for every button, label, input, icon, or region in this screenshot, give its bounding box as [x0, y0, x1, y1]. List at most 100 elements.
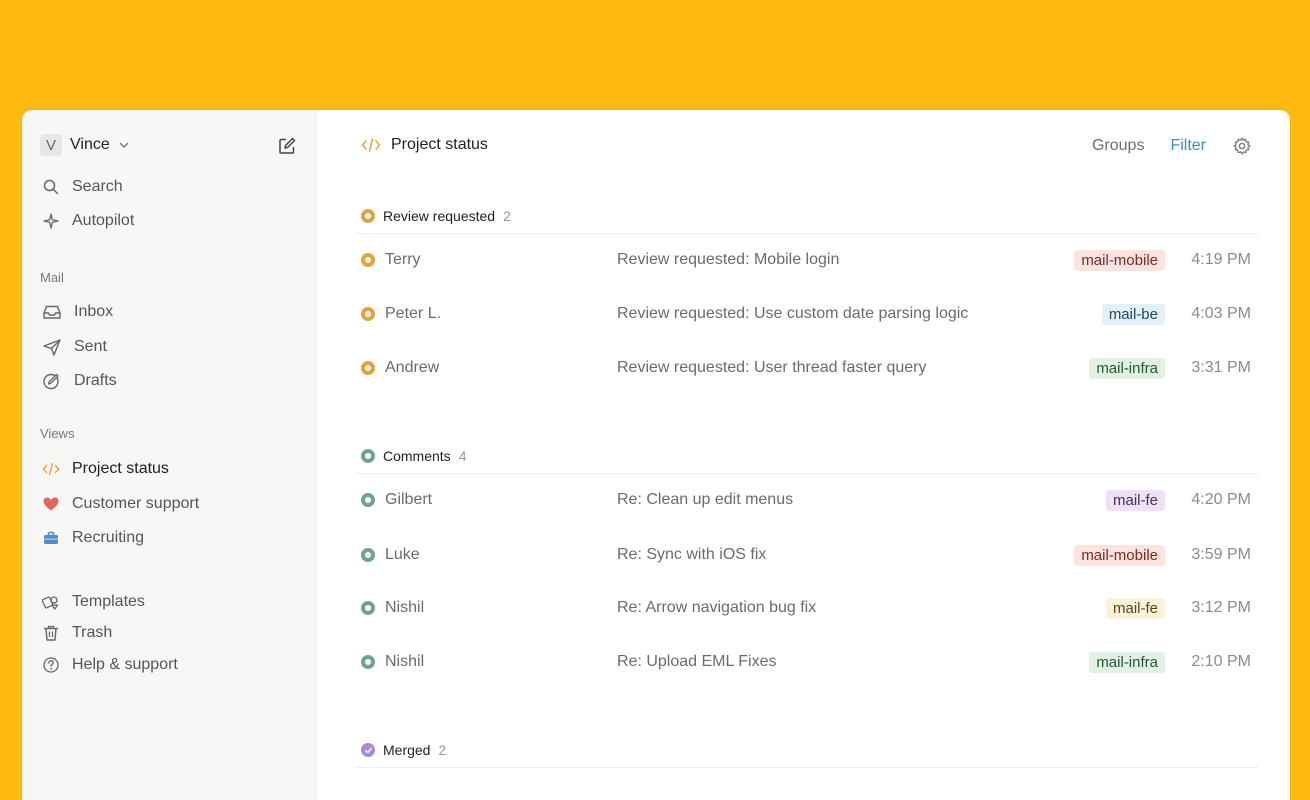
- chevron-down-icon: [119, 142, 128, 148]
- table-row[interactable]: Luke Re: Sync with iOS fix mail-mobile 3…: [361, 540, 1251, 570]
- app-window: V Vince Search Autopilot Mail Inbox Sent: [22, 110, 1290, 800]
- row-subject: Review requested: User thread faster que…: [617, 359, 927, 376]
- sidebar-item-search[interactable]: Search: [42, 174, 123, 200]
- tag-badge: mail-mobile: [1074, 249, 1165, 271]
- status-dot: [361, 601, 375, 615]
- row-time: 3:12 PM: [1191, 599, 1251, 616]
- search-icon: [43, 179, 59, 195]
- row-time: 4:03 PM: [1191, 305, 1251, 322]
- avatar: V: [40, 134, 62, 156]
- row-subject: Re: Sync with iOS fix: [617, 546, 767, 563]
- groups-button[interactable]: Groups: [1092, 137, 1144, 155]
- table-row[interactable]: Terry Review requested: Mobile login mai…: [361, 245, 1251, 275]
- sidebar-item-label: Help & support: [72, 656, 178, 673]
- sidebar-item-label: Drafts: [74, 372, 117, 389]
- send-icon: [43, 339, 61, 356]
- code-icon: [42, 462, 60, 476]
- row-subject: Re: Arrow navigation bug fix: [617, 599, 817, 616]
- divider: [355, 767, 1259, 768]
- table-row[interactable]: Nishil Re: Upload EML Fixes mail-infra 2…: [361, 647, 1251, 677]
- group-count: 2: [503, 208, 511, 224]
- row-time: 4:20 PM: [1191, 491, 1251, 508]
- main-panel: Project status Groups Filter Review requ…: [317, 110, 1290, 800]
- filter-button[interactable]: Filter: [1170, 137, 1206, 155]
- status-dot: [361, 548, 375, 562]
- row-subject: Review requested: Mobile login: [617, 251, 840, 268]
- trash-icon: [43, 625, 59, 641]
- section-label-mail: Mail: [40, 270, 64, 285]
- row-subject: Re: Upload EML Fixes: [617, 653, 777, 670]
- sidebar-item-drafts[interactable]: Drafts: [42, 368, 117, 394]
- tag-badge: mail-fe: [1105, 597, 1165, 619]
- group-header-review-requested[interactable]: Review requested 2: [361, 205, 1261, 227]
- status-dot: [361, 361, 375, 375]
- sidebar-item-label: Recruiting: [72, 529, 145, 546]
- row-name: Luke: [385, 546, 420, 563]
- sidebar-item-label: Autopilot: [72, 212, 135, 229]
- group-count: 4: [458, 448, 467, 464]
- page-title-text: Project status: [391, 136, 488, 153]
- briefcase-icon: [44, 531, 58, 544]
- tag-badge: mail-be: [1101, 303, 1165, 325]
- row-subject: Re: Clean up edit menus: [617, 491, 794, 508]
- sidebar-item-help[interactable]: Help & support: [42, 652, 178, 678]
- sparkle-icon: [43, 213, 59, 229]
- row-name: Terry: [385, 251, 421, 268]
- account-switcher[interactable]: V Vince: [40, 134, 130, 156]
- status-dot: [361, 449, 375, 463]
- divider: [355, 233, 1259, 234]
- help-icon: [43, 657, 59, 673]
- account-name: Vince: [70, 136, 110, 153]
- code-icon: [361, 138, 381, 152]
- sidebar-item-recruiting[interactable]: Recruiting: [42, 525, 144, 551]
- group-title: Comments: [383, 448, 451, 464]
- row-name: Nishil: [385, 653, 425, 670]
- row-time: 2:10 PM: [1191, 653, 1251, 670]
- group-header-merged[interactable]: Merged 2: [361, 739, 1261, 761]
- group-title: Review requested: [383, 208, 496, 224]
- status-dot: [361, 307, 375, 321]
- table-row[interactable]: Peter L. Review requested: Use custom da…: [361, 299, 1251, 329]
- row-name: Gilbert: [385, 491, 433, 508]
- sidebar-item-label: Trash: [72, 624, 113, 641]
- tag-badge: mail-mobile: [1074, 544, 1165, 566]
- sidebar-item-label: Search: [72, 178, 123, 195]
- sidebar-item-inbox[interactable]: Inbox: [42, 299, 113, 325]
- heart-icon: [43, 497, 59, 511]
- group-count: 2: [438, 742, 447, 758]
- row-time: 4:19 PM: [1191, 251, 1251, 268]
- sidebar-item-label: Sent: [74, 338, 107, 355]
- sidebar-item-trash[interactable]: Trash: [42, 620, 112, 646]
- sidebar-item-label: Customer support: [72, 495, 200, 512]
- header-actions: Groups Filter: [1092, 136, 1252, 156]
- sidebar-item-sent[interactable]: Sent: [42, 334, 107, 360]
- row-subject: Review requested: Use custom date parsin…: [617, 305, 969, 322]
- group-title: Merged: [383, 742, 431, 758]
- divider: [355, 473, 1259, 474]
- check-icon: [361, 743, 375, 757]
- status-dot: [361, 209, 375, 223]
- sidebar-item-templates[interactable]: Templates: [42, 589, 145, 615]
- sidebar-item-label: Project status: [72, 460, 169, 477]
- sidebar-item-customer-support[interactable]: Customer support: [42, 491, 199, 517]
- section-label-views: Views: [40, 426, 75, 441]
- templates-icon: [42, 596, 59, 610]
- compose-icon[interactable]: [278, 137, 296, 155]
- status-dot: [361, 655, 375, 669]
- gear-icon[interactable]: [1232, 136, 1252, 156]
- table-row[interactable]: Gilbert Re: Clean up edit menus mail-fe …: [361, 485, 1251, 515]
- row-name: Andrew: [385, 359, 440, 376]
- sidebar-item-project-status[interactable]: Project status: [42, 456, 169, 482]
- row-time: 3:31 PM: [1191, 359, 1251, 376]
- tag-badge: mail-infra: [1089, 357, 1165, 379]
- group-header-comments[interactable]: Comments 4: [361, 445, 1261, 467]
- sidebar-item-autopilot[interactable]: Autopilot: [42, 208, 134, 234]
- tag-badge: mail-infra: [1089, 651, 1165, 673]
- status-dot: [361, 253, 375, 267]
- table-row[interactable]: Nishil Re: Arrow navigation bug fix mail…: [361, 593, 1251, 623]
- row-name: Peter L.: [385, 305, 442, 322]
- row-name: Nishil: [385, 599, 425, 616]
- table-row[interactable]: Andrew Review requested: User thread fas…: [361, 353, 1251, 383]
- page-title: Project status: [361, 136, 488, 154]
- draft-icon: [43, 373, 59, 390]
